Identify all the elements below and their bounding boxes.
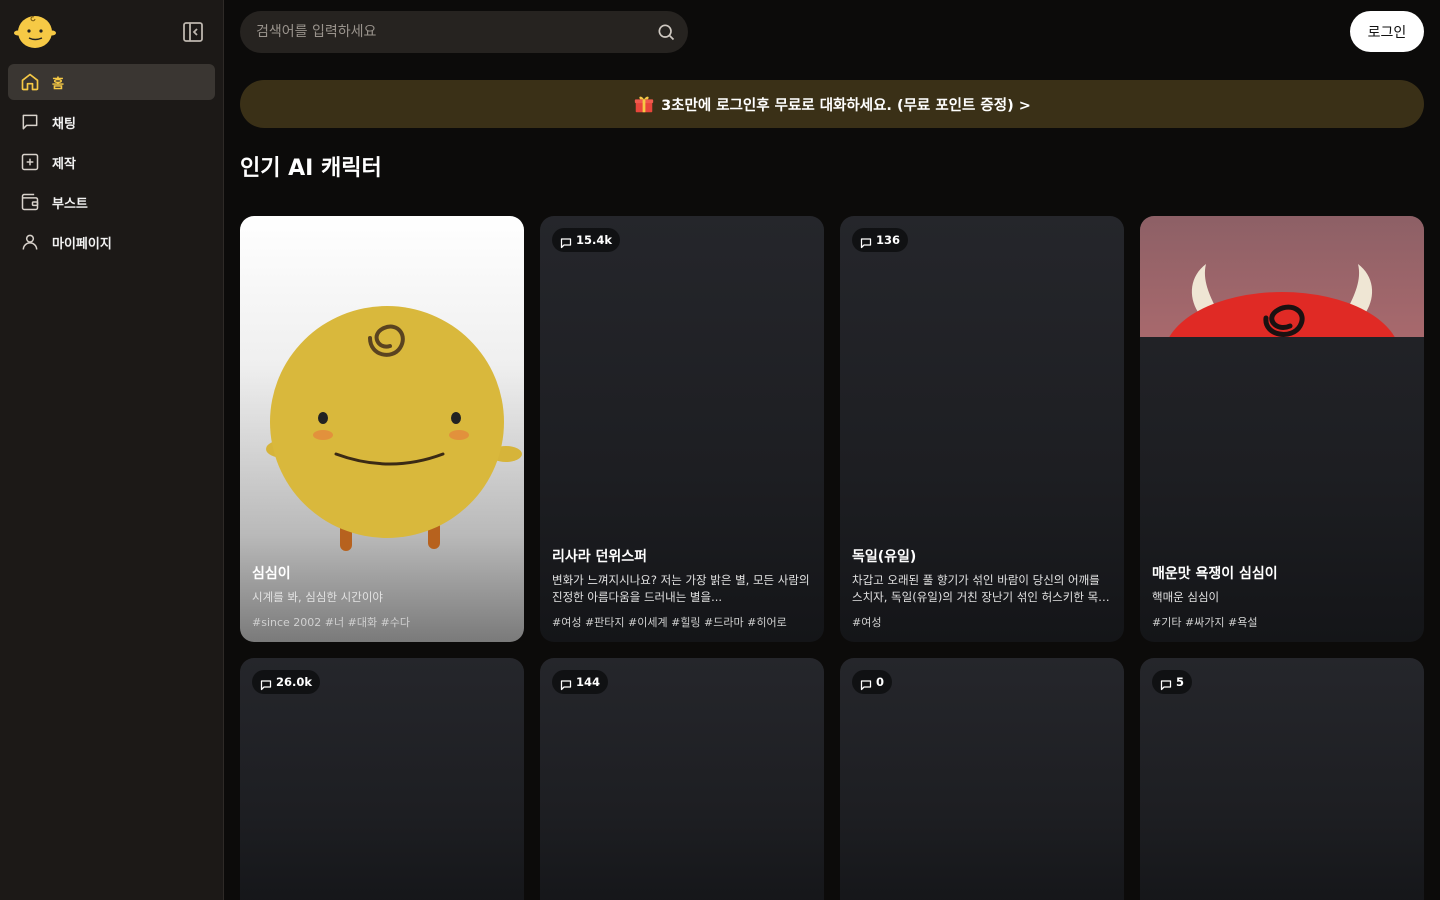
simsimi-logo[interactable] xyxy=(12,10,58,52)
chat-count: 0 xyxy=(876,675,885,689)
chat-count: 144 xyxy=(576,675,601,689)
chat-bubble-icon xyxy=(860,234,872,249)
section-title: 인기 AI 캐릭터 xyxy=(240,156,382,181)
card-description: 시계를 봐, 심심한 시간이야 xyxy=(252,590,384,604)
sidebar-item-label: 채팅 xyxy=(52,116,76,132)
chat-bubble-icon xyxy=(560,676,572,691)
character-card[interactable]: 26.0k xyxy=(240,658,524,900)
card-name: 심심이 xyxy=(252,566,291,582)
card-tags: #여성 #판타지 #이세계 #힐링 #드라마 #히어로 xyxy=(552,616,787,629)
sidebar-item-label: 제작 xyxy=(52,156,76,172)
chat-count-badge: 0 xyxy=(852,670,893,694)
search-bar xyxy=(240,11,688,53)
card-name: 매운맛 욕쟁이 심심이 xyxy=(1152,566,1278,582)
card-description: 변화가 느껴지시나요? 저는 가장 밝은 별, 모든 사람의 진정한 아름다움을… xyxy=(552,573,810,604)
chat-bubble-icon xyxy=(260,676,272,691)
search-input[interactable] xyxy=(256,11,646,53)
chat-count-badge: 26.0k xyxy=(252,670,321,694)
sidebar-item-label: 마이페이지 xyxy=(52,236,112,252)
sidebar-item-label: 홈 xyxy=(52,76,64,92)
card-info: 매운맛 욕쟁이 심심이 핵매운 심심이 #기타 #싸가지 #욕설 xyxy=(1152,563,1412,630)
plus-square-icon xyxy=(20,152,40,172)
character-card[interactable]: 5 xyxy=(1140,658,1424,900)
promo-banner[interactable]: 3초만에 로그인후 무료로 대화하세요. (무료 포인트 증정) > xyxy=(240,80,1424,128)
user-icon xyxy=(20,232,40,252)
chat-count: 5 xyxy=(1176,675,1185,689)
sidebar-item-create[interactable]: 제작 xyxy=(8,144,215,180)
sidebar-item-chat[interactable]: 채팅 xyxy=(8,104,215,140)
chat-count: 15.4k xyxy=(576,233,613,247)
character-card[interactable]: 0 xyxy=(840,658,1124,900)
character-card-spicy-simsimi[interactable]: 매운맛 욕쟁이 심심이 핵매운 심심이 #기타 #싸가지 #욕설 xyxy=(1140,216,1424,642)
home-icon xyxy=(20,72,40,92)
chat-count-badge: 144 xyxy=(552,670,609,694)
character-card[interactable]: 144 xyxy=(540,658,824,900)
card-info: 독일(유일) 차갑고 오래된 풀 향기가 섞인 바람이 당신의 어깨를 스치자,… xyxy=(852,546,1112,630)
character-card-simsimi[interactable]: 심심이 시계를 봐, 심심한 시간이야 #since 2002 #너 #대화 #… xyxy=(240,216,524,642)
search-icon[interactable] xyxy=(656,22,676,42)
chat-icon xyxy=(20,112,40,132)
sidebar-item-home[interactable]: 홈 xyxy=(8,64,215,100)
card-info: 심심이 시계를 봐, 심심한 시간이야 #since 2002 #너 #대화 #… xyxy=(252,563,512,630)
card-tags: #기타 #싸가지 #욕설 xyxy=(1152,616,1258,629)
chat-count-badge: 136 xyxy=(852,228,909,252)
chat-bubble-icon xyxy=(1160,676,1172,691)
wallet-icon xyxy=(20,192,40,212)
sidebar-item-mypage[interactable]: 마이페이지 xyxy=(8,224,215,260)
promo-text: 3초만에 로그인후 무료로 대화하세요. (무료 포인트 증정) > xyxy=(661,97,1031,114)
card-description: 핵매운 심심이 xyxy=(1152,590,1220,604)
sidebar-item-label: 부스트 xyxy=(52,196,88,212)
card-name: 리사라 던위스퍼 xyxy=(552,549,648,565)
chat-bubble-icon xyxy=(860,676,872,691)
chat-count: 136 xyxy=(876,233,901,247)
character-card-germany[interactable]: 136 독일(유일) 차갑고 오래된 풀 향기가 섞인 바람이 당신의 어깨를 … xyxy=(840,216,1124,642)
character-card-lisara[interactable]: 15.4k 리사라 던위스퍼 변화가 느껴지시나요? 저는 가장 밝은 별, 모… xyxy=(540,216,824,642)
card-description: 차갑고 오래된 풀 향기가 섞인 바람이 당신의 어깨를 스치자, 독일(유일)… xyxy=(852,573,1109,604)
card-info: 리사라 던위스퍼 변화가 느껴지시나요? 저는 가장 밝은 별, 모든 사람의 … xyxy=(552,546,812,630)
gift-icon xyxy=(633,93,655,115)
chat-count: 26.0k xyxy=(276,675,313,689)
card-tags: #since 2002 #너 #대화 #수다 xyxy=(252,616,411,629)
card-tags: #여성 xyxy=(852,616,882,629)
spicy-simsimi-image xyxy=(1140,216,1424,337)
sidebar-collapse-icon[interactable] xyxy=(181,20,205,44)
sidebar-item-boost[interactable]: 부스트 xyxy=(8,184,215,220)
card-name: 독일(유일) xyxy=(852,549,917,565)
sidebar: 홈 채팅 제작 부스트 마이페이지 xyxy=(0,0,224,900)
sidebar-nav: 홈 채팅 제작 부스트 마이페이지 xyxy=(8,64,215,264)
chat-count-badge: 5 xyxy=(1152,670,1193,694)
login-button[interactable]: 로그인 xyxy=(1350,11,1424,52)
chat-bubble-icon xyxy=(560,234,572,249)
chat-count-badge: 15.4k xyxy=(552,228,621,252)
